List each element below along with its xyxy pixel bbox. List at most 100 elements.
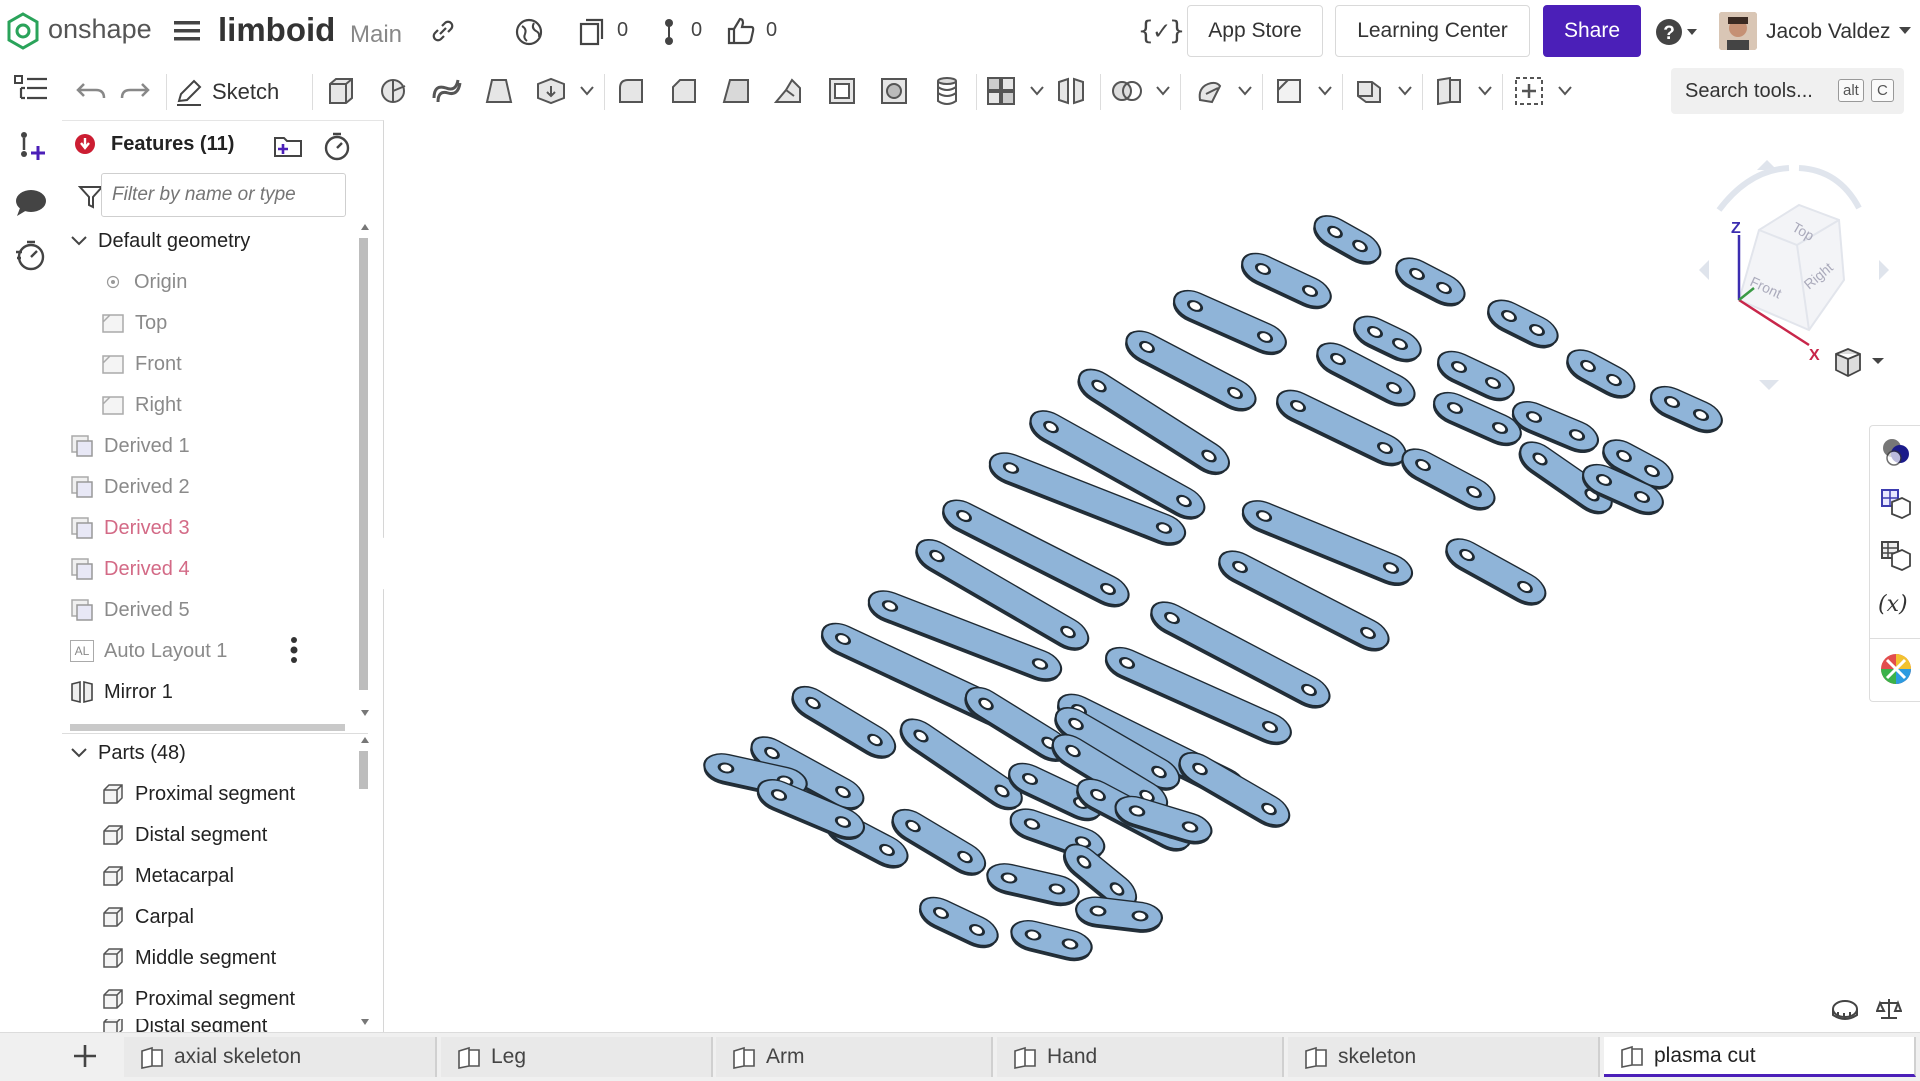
part-item[interactable]: Distal segment <box>101 815 267 855</box>
thread-icon[interactable] <box>930 74 964 108</box>
tree-item-derived-5[interactable]: Derived 5 <box>70 590 190 630</box>
variable-table-icon[interactable]: (x) <box>1878 592 1908 617</box>
insert-parts-icon[interactable] <box>16 130 48 162</box>
revolve-icon[interactable] <box>377 74 411 108</box>
split-icon[interactable] <box>1110 74 1144 108</box>
feature-filter-input[interactable] <box>101 173 346 217</box>
tab-plasma-cut[interactable]: plasma cut <box>1604 1037 1916 1077</box>
chevron-down-icon[interactable] <box>1318 86 1332 96</box>
add-folder-icon[interactable] <box>272 133 304 159</box>
tree-item-origin[interactable]: Origin <box>106 262 187 302</box>
view-menu-cube-icon[interactable] <box>1832 346 1888 378</box>
onshape-logo-icon[interactable] <box>6 12 40 50</box>
graphics-viewport[interactable]: Top Front Right Z X <box>384 120 1920 1032</box>
menu-icon[interactable] <box>174 19 200 43</box>
branches-icon[interactable] <box>662 17 676 47</box>
share-button[interactable]: Share <box>1543 5 1641 57</box>
tree-group-parts[interactable]: Parts (48) <box>70 733 186 773</box>
part-body[interactable] <box>1440 532 1551 612</box>
tree-item-front[interactable]: Front <box>101 344 182 384</box>
add-tab-icon[interactable] <box>72 1043 98 1069</box>
tree-item-mirror-1[interactable]: Mirror 1 <box>70 672 173 712</box>
derived-icon[interactable] <box>1432 74 1466 108</box>
feature-scrollbar[interactable] <box>358 224 369 724</box>
sheet-metal-icon[interactable] <box>1352 74 1386 108</box>
chamfer-icon[interactable] <box>667 74 701 108</box>
tree-item-top[interactable]: Top <box>101 303 167 343</box>
part-body[interactable] <box>786 680 901 766</box>
extrude-icon[interactable] <box>324 74 358 108</box>
part-body[interactable] <box>1236 247 1336 315</box>
parts-scrollbar[interactable] <box>358 737 369 1029</box>
tree-group-default-geometry[interactable]: Default geometry <box>70 221 250 261</box>
part-item-clipped[interactable]: Distal segment <box>62 1019 352 1033</box>
feature-timer-icon[interactable] <box>322 131 352 161</box>
chevron-down-icon[interactable] <box>1030 86 1044 96</box>
part-item[interactable]: Proximal segment <box>101 774 295 814</box>
part-body[interactable] <box>1390 252 1470 313</box>
part-item[interactable]: Metacarpal <box>101 856 234 896</box>
history-timer-icon[interactable] <box>14 238 48 272</box>
tree-item-derived-4[interactable]: Derived 4 <box>70 549 190 589</box>
chevron-down-icon[interactable] <box>1156 86 1170 96</box>
link-icon[interactable] <box>430 18 456 44</box>
mirror-icon[interactable] <box>1054 74 1088 108</box>
part-body[interactable] <box>1168 285 1291 362</box>
add-custom-feature-icon[interactable] <box>1512 74 1546 108</box>
tab-leg[interactable]: Leg <box>441 1037 713 1077</box>
chevron-down-icon[interactable] <box>1238 86 1252 96</box>
tree-item-derived-1[interactable]: Derived 1 <box>70 426 190 466</box>
part-body[interactable] <box>1482 294 1563 355</box>
more-options-icon[interactable] <box>289 635 299 665</box>
transform-icon[interactable] <box>1192 74 1226 108</box>
app-color-icon[interactable] <box>1879 652 1913 686</box>
chevron-down-icon[interactable] <box>1398 86 1412 96</box>
mass-properties-icon[interactable] <box>1876 996 1902 1022</box>
hole-icon[interactable] <box>877 74 911 108</box>
horizontal-scrollbar[interactable] <box>70 724 345 731</box>
part-body[interactable] <box>1074 895 1164 935</box>
plane-icon[interactable] <box>1272 74 1306 108</box>
part-body[interactable] <box>1428 387 1526 453</box>
tree-item-derived-3[interactable]: Derived 3 <box>70 508 190 548</box>
tree-item-auto-layout-1[interactable]: AL Auto Layout 1 <box>70 631 227 671</box>
part-body[interactable] <box>914 891 1003 954</box>
user-name[interactable]: Jacob Valdez <box>1766 20 1891 44</box>
rollback-icon[interactable] <box>74 133 96 155</box>
brand-name[interactable]: onshape <box>48 14 152 45</box>
tab-arm[interactable]: Arm <box>716 1037 993 1077</box>
part-body[interactable] <box>1396 443 1500 517</box>
part-item[interactable]: Middle segment <box>101 938 276 978</box>
measure-tape-icon[interactable] <box>1830 998 1860 1022</box>
appearance-icon[interactable] <box>1880 436 1912 468</box>
part-item[interactable]: Carpal <box>101 897 194 937</box>
tab-skeleton[interactable]: skeleton <box>1288 1037 1600 1077</box>
chevron-down-icon[interactable] <box>1558 86 1572 96</box>
part-item[interactable]: Proximal segment <box>101 979 295 1019</box>
configurations-icon[interactable] <box>1880 488 1912 520</box>
bom-icon[interactable] <box>1880 540 1912 572</box>
part-body[interactable] <box>1561 344 1640 406</box>
sweep-icon[interactable] <box>429 74 463 108</box>
tree-item-right[interactable]: Right <box>101 385 182 425</box>
branch-name[interactable]: Main <box>350 21 402 49</box>
user-menu-chevron-icon[interactable] <box>1898 26 1912 36</box>
avatar[interactable] <box>1719 12 1757 50</box>
globe-icon[interactable] <box>514 17 544 47</box>
draft-icon[interactable] <box>720 74 754 108</box>
app-store-button[interactable]: App Store <box>1187 5 1323 57</box>
part-body[interactable] <box>1308 209 1386 271</box>
loft-icon[interactable] <box>482 74 516 108</box>
like-icon[interactable] <box>725 15 757 47</box>
undo-icon[interactable] <box>74 74 108 108</box>
chevron-down-icon[interactable] <box>580 86 594 96</box>
redo-icon[interactable] <box>118 74 152 108</box>
tree-item-derived-2[interactable]: Derived 2 <box>70 467 190 507</box>
search-tools-input[interactable]: Search tools... alt C <box>1671 68 1904 114</box>
comments-icon[interactable] <box>14 188 48 218</box>
boolean-icon[interactable] <box>984 74 1018 108</box>
document-name[interactable]: limboid <box>218 11 335 49</box>
help-icon[interactable]: ? <box>1655 18 1701 46</box>
tab-hand[interactable]: Hand <box>997 1037 1284 1077</box>
tab-axial-skeleton[interactable]: axial skeleton <box>124 1037 437 1077</box>
